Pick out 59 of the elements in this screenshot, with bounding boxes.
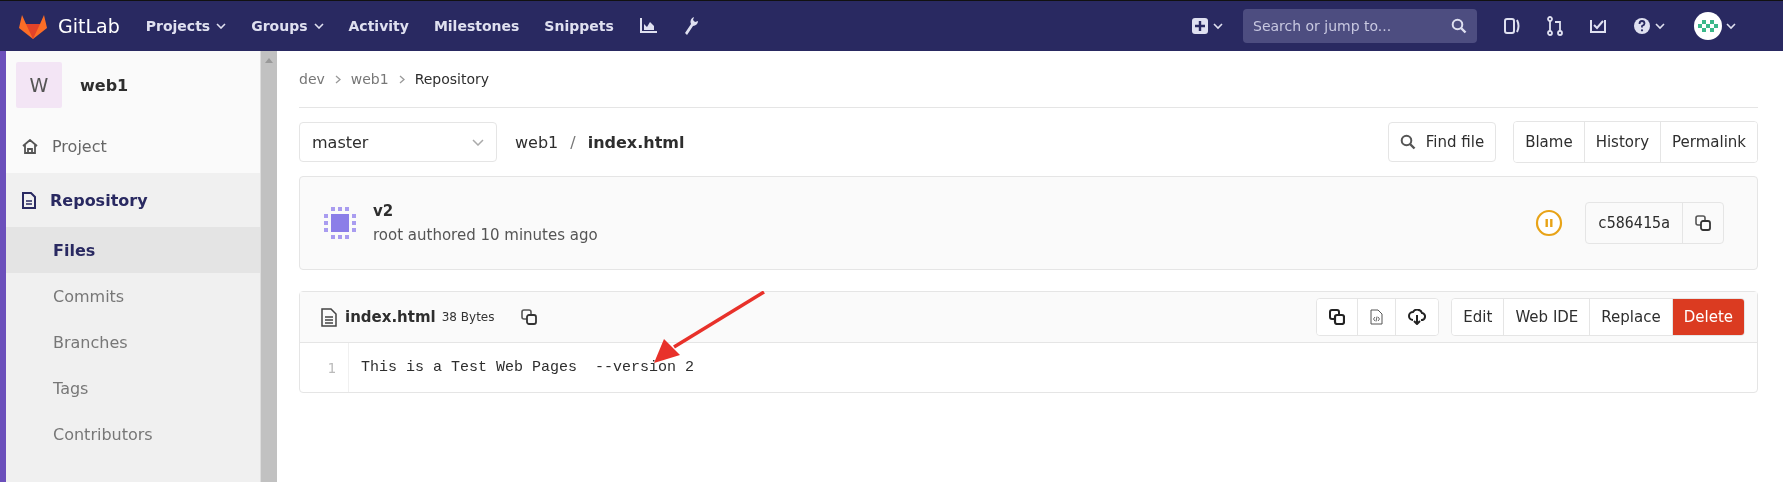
home-icon: [22, 138, 38, 154]
view-button[interactable]: Permalink: [1660, 122, 1757, 162]
nav-link[interactable]: Projects: [145, 18, 227, 34]
sidebar-subitem[interactable]: Branches: [6, 319, 260, 365]
branch-dropdown[interactable]: master: [299, 122, 497, 162]
commit-avatar-icon: [321, 204, 359, 242]
file-name: index.html: [345, 308, 436, 326]
code-file-icon: [1370, 309, 1384, 325]
sidebar-item[interactable]: Project: [6, 119, 260, 173]
file-size: 38 Bytes: [441, 310, 495, 324]
nav-link[interactable]: Activity: [348, 18, 409, 34]
breadcrumb-link[interactable]: Repository: [414, 71, 490, 87]
sidebar-subitem[interactable]: Files: [6, 227, 260, 273]
sidebar-toggle-icon[interactable]: [1503, 17, 1521, 35]
find-file-button[interactable]: Find file: [1387, 122, 1497, 162]
nav-link[interactable]: Groups: [251, 18, 324, 34]
path-separator: /: [570, 132, 576, 152]
commit-title[interactable]: v2: [373, 202, 598, 220]
copy-icon: [1329, 309, 1346, 325]
nav-link[interactable]: Snippets: [544, 18, 614, 34]
brand-name[interactable]: GitLab: [58, 15, 120, 37]
copy-icon: [1695, 215, 1711, 231]
code-line: This is a Test Web Pages --version 2: [360, 359, 695, 376]
chevron-down-icon: [472, 138, 484, 146]
sidebar-subitem[interactable]: Tags: [6, 365, 260, 411]
commit-meta: root authored 10 minutes ago: [373, 226, 598, 244]
repo-link[interactable]: web1: [515, 132, 559, 152]
project-name[interactable]: web1: [80, 75, 129, 95]
file-action-button[interactable]: Edit: [1452, 299, 1504, 335]
copy-contents-button[interactable]: [1317, 299, 1358, 335]
download-button[interactable]: [1395, 299, 1439, 335]
file-action-button[interactable]: Delete: [1671, 299, 1744, 335]
chart-icon[interactable]: [638, 18, 657, 34]
file-icon: [321, 307, 337, 327]
cloud-download-icon: [1408, 309, 1427, 325]
file-action-button[interactable]: Web IDE: [1503, 299, 1590, 335]
search-icon: [1451, 18, 1467, 34]
file-action-button[interactable]: Replace: [1589, 299, 1672, 335]
user-avatar[interactable]: [1693, 11, 1739, 41]
todo-icon[interactable]: [1589, 17, 1607, 35]
sidebar-subitem[interactable]: Commits: [6, 273, 260, 319]
nav-link[interactable]: Milestones: [433, 18, 520, 34]
breadcrumb-link[interactable]: dev: [299, 71, 325, 87]
sidebar-subitem[interactable]: Contributors: [6, 411, 260, 457]
document-icon: [22, 191, 36, 209]
file-path: index.html: [587, 132, 685, 152]
chevron-icon: [334, 74, 341, 84]
chevron-icon: [398, 74, 405, 84]
new-menu-button[interactable]: [1191, 17, 1225, 35]
commit-sha: c586415a: [1585, 203, 1683, 243]
project-avatar[interactable]: W: [16, 62, 62, 108]
help-icon[interactable]: [1633, 17, 1667, 35]
breadcrumb-link[interactable]: web1: [350, 71, 389, 87]
scrollbar[interactable]: [260, 51, 277, 482]
copy-path-icon[interactable]: [520, 309, 537, 325]
merge-request-icon[interactable]: [1547, 16, 1563, 36]
search-field[interactable]: Search or jump to...: [1243, 9, 1477, 43]
search-icon: [1399, 134, 1416, 150]
wrench-icon[interactable]: [682, 16, 699, 36]
